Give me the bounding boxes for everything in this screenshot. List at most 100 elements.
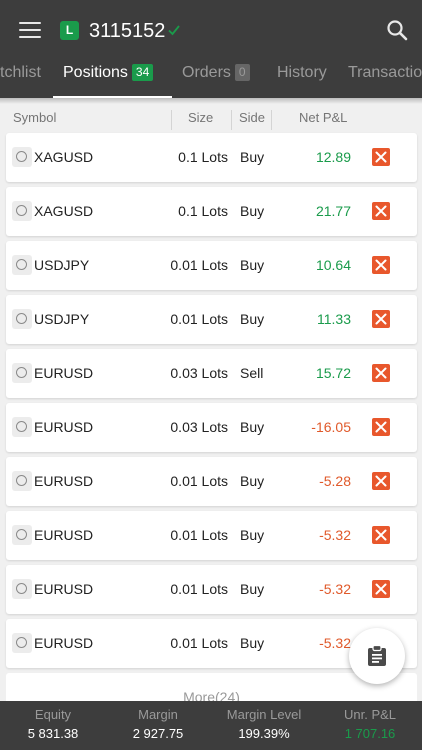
column-symbol[interactable]: Symbol <box>13 110 56 125</box>
position-net-pnl: -5.32 <box>319 635 351 651</box>
position-net-pnl: 10.64 <box>315 257 351 273</box>
position-row[interactable]: EURUSD 0.03 Lots Sell 15.72 <box>6 349 417 398</box>
position-net-pnl: 21.77 <box>315 203 351 219</box>
close-x-icon <box>375 313 387 325</box>
unrealized-pnl-label: Unr. P&L <box>343 707 397 722</box>
row-select-radio[interactable] <box>12 201 32 221</box>
position-symbol: EURUSD <box>34 473 94 489</box>
column-net-pnl[interactable]: Net P&L <box>299 110 347 125</box>
row-select-radio[interactable] <box>12 363 32 383</box>
margin-level-stat: Margin Level 199.39% <box>210 701 318 750</box>
tab-transactions-label: Transactio <box>348 64 422 81</box>
position-size: 0.01 Lots <box>170 311 228 327</box>
position-side: Buy <box>240 419 265 435</box>
close-position-button[interactable] <box>372 256 390 274</box>
close-position-button[interactable] <box>372 418 390 436</box>
close-x-icon <box>375 583 387 595</box>
clipboard-icon <box>368 645 386 666</box>
equity-stat: Equity 5 831.38 <box>0 701 106 750</box>
position-net-pnl: -16.05 <box>311 419 351 435</box>
margin-level-value: 199.39% <box>238 726 290 741</box>
hamburger-menu-icon[interactable] <box>19 22 41 38</box>
app-header: L 3115152 tchlist Positions 34 Orders 0 Hi… <box>0 0 422 98</box>
row-select-radio[interactable] <box>12 255 32 275</box>
close-x-icon <box>375 259 387 271</box>
position-size: 0.1 Lots <box>178 203 228 219</box>
account-type-badge: L <box>60 21 79 40</box>
column-divider <box>271 110 272 130</box>
close-x-icon <box>375 205 387 217</box>
margin-stat: Margin 2 927.75 <box>106 701 210 750</box>
close-x-icon <box>375 421 387 433</box>
position-net-pnl: 11.33 <box>317 311 351 327</box>
row-select-radio[interactable] <box>12 525 32 545</box>
equity-value: 5 831.38 <box>27 726 79 741</box>
close-position-button[interactable] <box>372 202 390 220</box>
close-position-button[interactable] <box>372 526 390 544</box>
close-position-button[interactable] <box>372 310 390 328</box>
column-size[interactable]: Size <box>188 110 213 125</box>
position-side: Buy <box>240 635 265 651</box>
position-net-pnl: -5.32 <box>319 581 351 597</box>
position-symbol: USDJPY <box>34 311 90 327</box>
tab-transactions[interactable]: Transactio <box>348 58 422 98</box>
close-position-button[interactable] <box>372 148 390 166</box>
position-row[interactable]: XAGUSD 0.1 Lots Buy 12.89 <box>6 133 417 182</box>
positions-count-badge: 34 <box>131 64 154 81</box>
position-size: 0.01 Lots <box>170 635 228 651</box>
position-symbol: USDJPY <box>34 257 90 273</box>
account-summary-bar: Equity 5 831.38 Margin 2 927.75 Margin L… <box>0 701 422 750</box>
tab-watchlist[interactable]: tchlist <box>0 58 41 98</box>
column-header: Symbol Size Side Net P&L <box>0 104 422 130</box>
close-x-icon <box>375 151 387 163</box>
tab-history-label: History <box>277 64 327 81</box>
margin-value: 2 927.75 <box>132 726 184 741</box>
tab-positions[interactable]: Positions 34 <box>63 58 154 98</box>
position-symbol: EURUSD <box>34 635 94 651</box>
close-position-button[interactable] <box>372 580 390 598</box>
top-bar: L 3115152 <box>0 0 422 58</box>
row-select-radio[interactable] <box>12 471 32 491</box>
checkmark-icon <box>168 25 180 36</box>
row-select-radio[interactable] <box>12 633 32 653</box>
tab-history[interactable]: History <box>277 58 327 98</box>
margin-label: Margin <box>138 707 178 722</box>
row-select-radio[interactable] <box>12 309 32 329</box>
unrealized-pnl-value: 1 707.16 <box>344 726 396 741</box>
margin-level-label: Margin Level <box>226 707 302 722</box>
tab-orders[interactable]: Orders 0 <box>182 58 250 98</box>
position-row[interactable]: EURUSD 0.01 Lots Buy -5.28 <box>6 457 417 506</box>
close-x-icon <box>375 475 387 487</box>
position-size: 0.03 Lots <box>170 365 228 381</box>
equity-label: Equity <box>34 707 72 722</box>
position-symbol: EURUSD <box>34 365 94 381</box>
row-select-radio[interactable] <box>12 417 32 437</box>
position-size: 0.1 Lots <box>178 149 228 165</box>
position-row[interactable]: USDJPY 0.01 Lots Buy 11.33 <box>6 295 417 344</box>
close-position-button[interactable] <box>372 472 390 490</box>
position-row[interactable]: EURUSD 0.03 Lots Buy -16.05 <box>6 403 417 452</box>
position-net-pnl: 12.89 <box>315 149 351 165</box>
row-select-radio[interactable] <box>12 579 32 599</box>
position-side: Sell <box>240 365 264 381</box>
position-net-pnl: -5.32 <box>319 527 351 543</box>
close-position-button[interactable] <box>372 364 390 382</box>
position-net-pnl: -5.28 <box>319 473 351 489</box>
row-select-radio[interactable] <box>12 147 32 167</box>
column-divider <box>231 110 232 130</box>
position-row[interactable]: EURUSD 0.01 Lots Buy -5.32 <box>6 565 417 614</box>
position-side: Buy <box>240 581 265 597</box>
position-row[interactable]: USDJPY 0.01 Lots Buy 10.64 <box>6 241 417 290</box>
position-row[interactable]: EURUSD 0.01 Lots Buy -5.32 <box>6 511 417 560</box>
position-symbol: XAGUSD <box>34 149 94 165</box>
account-number[interactable]: 3115152 <box>89 19 165 43</box>
search-icon[interactable] <box>386 19 408 41</box>
clipboard-fab-button[interactable] <box>349 628 405 684</box>
position-side: Buy <box>240 257 265 273</box>
position-symbol: EURUSD <box>34 581 94 597</box>
tab-positions-label: Positions <box>63 64 128 81</box>
position-net-pnl: 15.72 <box>315 365 351 381</box>
column-side[interactable]: Side <box>239 110 265 125</box>
position-row[interactable]: XAGUSD 0.1 Lots Buy 21.77 <box>6 187 417 236</box>
position-symbol: XAGUSD <box>34 203 94 219</box>
